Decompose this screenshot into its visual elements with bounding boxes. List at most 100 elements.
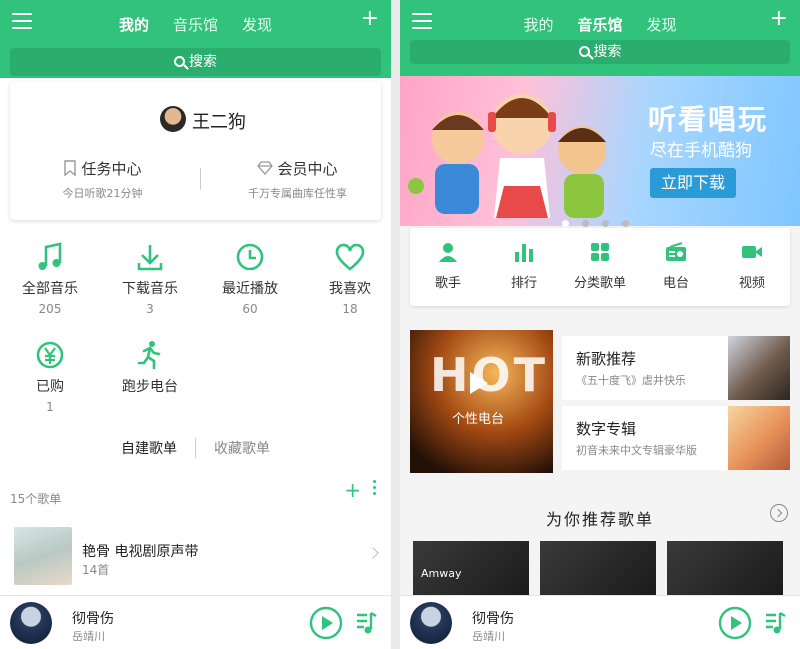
song-title: 彻骨伤: [472, 611, 514, 627]
personal-radio-tile[interactable]: HOT 个性电台: [410, 330, 553, 473]
banner-title: 听看唱玩: [648, 103, 769, 136]
playlist-tile-label: Amway: [421, 567, 462, 580]
chevron-right-icon[interactable]: [770, 504, 788, 522]
play-icon[interactable]: [470, 372, 488, 394]
hot-label: HOT: [430, 348, 548, 402]
radio-icon: [666, 242, 686, 261]
user-name[interactable]: 王二狗: [192, 108, 246, 134]
category-radio[interactable]: 电台: [638, 242, 714, 291]
category-radio-label: 电台: [662, 276, 689, 291]
play-icon[interactable]: [309, 606, 343, 640]
download-music-count: 3: [146, 302, 154, 316]
playlist-tile[interactable]: Amway: [413, 541, 529, 601]
search-bar[interactable]: 搜索: [10, 48, 381, 76]
running-radio-label: 跑步电台: [122, 379, 178, 395]
playlist-tile[interactable]: [540, 541, 656, 601]
promo-banner[interactable]: 听看唱玩 尽在手机酷狗 立即下载: [400, 76, 800, 227]
playlist-title[interactable]: 艳骨 电视剧原声带: [82, 541, 198, 561]
yen-icon: [36, 341, 64, 369]
playlist-icon[interactable]: [355, 611, 377, 635]
all-music-label: 全部音乐: [22, 281, 78, 297]
new-songs-title: 新歌推荐: [576, 350, 637, 368]
tab-music-hall[interactable]: 音乐馆: [577, 14, 622, 35]
tab-created-playlists[interactable]: 自建歌单: [103, 438, 195, 458]
plus-icon[interactable]: +: [770, 6, 788, 32]
running-radio[interactable]: 跑步电台: [100, 340, 200, 396]
heart-icon: [335, 243, 365, 271]
personal-radio-label: 个性电台: [452, 412, 505, 427]
divider: [200, 168, 201, 190]
category-singer-label: 歌手: [434, 276, 461, 291]
purchased[interactable]: 已购 1: [0, 340, 100, 414]
task-center-label: 任务中心: [81, 160, 142, 178]
music-note-icon: [38, 242, 62, 270]
download-music[interactable]: 下载音乐 3: [100, 242, 200, 316]
digital-album-card[interactable]: 数字专辑 初音未来中文专辑豪华版: [562, 406, 790, 470]
favorites-label: 我喜欢: [329, 281, 371, 297]
vip-center[interactable]: 会员中心 千万专属曲库任性享: [205, 158, 390, 201]
album-art[interactable]: [410, 602, 452, 644]
playlist-track-count: 14首: [82, 563, 110, 577]
digital-album-cover: [728, 406, 790, 470]
play-icon[interactable]: [718, 606, 752, 640]
digital-album-title: 数字专辑: [576, 420, 637, 438]
bookmark-icon: [64, 160, 77, 177]
playlist-icon[interactable]: [764, 611, 786, 635]
new-songs-card[interactable]: 新歌推荐 《五十度飞》虐井快乐: [562, 336, 790, 400]
category-playlists[interactable]: 分类歌单: [562, 242, 638, 291]
tab-mine[interactable]: 我的: [119, 14, 149, 35]
recent-play-count: 60: [242, 302, 258, 316]
top-tabs: 我的 音乐馆 发现: [0, 14, 391, 35]
banner-subtitle: 尽在手机酷狗: [650, 141, 752, 161]
favorites-count: 18: [342, 302, 358, 316]
vip-center-sub: 千万专属曲库任性享: [248, 187, 347, 200]
playlist-cover[interactable]: [14, 527, 72, 585]
search-bar[interactable]: 搜索: [410, 40, 790, 64]
my-music-screen: 我的 音乐馆 发现 + 搜索 王二狗 任务中心 今日听歌21分钟 会员中心 千万专属…: [0, 0, 391, 649]
person-icon: [439, 243, 457, 262]
tab-discover[interactable]: 发现: [242, 14, 272, 35]
download-now-button[interactable]: 立即下载: [650, 168, 736, 198]
search-label: 搜索: [593, 44, 622, 60]
more-icon[interactable]: [373, 480, 377, 498]
category-singer[interactable]: 歌手: [410, 242, 486, 291]
tab-collected-playlists[interactable]: 收藏歌单: [195, 438, 288, 458]
tab-discover[interactable]: 发现: [647, 14, 677, 35]
favorites[interactable]: 我喜欢 18: [300, 242, 391, 316]
search-icon: [174, 56, 185, 67]
playlist-segments: 自建歌单 收藏歌单: [0, 438, 391, 458]
all-music[interactable]: 全部音乐 205: [0, 242, 100, 316]
category-video[interactable]: 视频: [714, 242, 790, 291]
category-ranking-label: 排行: [510, 276, 537, 291]
video-camera-icon: [742, 246, 762, 258]
tab-music-hall[interactable]: 音乐馆: [173, 14, 218, 35]
tab-mine[interactable]: 我的: [523, 14, 553, 35]
digital-album-sub: 初音未来中文专辑豪华版: [576, 444, 697, 457]
download-icon: [137, 245, 163, 271]
add-icon[interactable]: +: [344, 478, 361, 502]
bar-chart-icon: [515, 244, 533, 262]
recommended-playlists-title: 为你推荐歌单: [545, 510, 654, 529]
top-bar: 我的 音乐馆 发现 + 搜索: [0, 0, 391, 78]
diamond-icon: [257, 161, 274, 175]
purchased-count: 1: [46, 400, 54, 414]
playlist-tile[interactable]: [667, 541, 783, 601]
song-artist: 岳靖川: [72, 630, 105, 643]
mini-player[interactable]: 彻骨伤 岳靖川: [0, 595, 391, 649]
plus-icon[interactable]: +: [361, 6, 379, 32]
chevron-right-icon[interactable]: [367, 547, 379, 559]
song-artist: 岳靖川: [472, 630, 505, 643]
purchased-label: 已购: [36, 379, 64, 395]
category-ranking[interactable]: 排行: [486, 242, 562, 291]
album-art[interactable]: [10, 602, 52, 644]
mini-player[interactable]: 彻骨伤 岳靖川: [400, 595, 800, 649]
avatar[interactable]: [160, 106, 186, 132]
new-songs-cover: [728, 336, 790, 400]
top-bar: 我的 音乐馆 发现 + 搜索: [400, 0, 800, 76]
playlist-count: 15个歌单: [10, 492, 62, 506]
grid-icon: [591, 243, 609, 261]
task-center[interactable]: 任务中心 今日听歌21分钟: [10, 158, 195, 201]
recent-play[interactable]: 最近播放 60: [200, 242, 300, 316]
download-music-label: 下载音乐: [122, 281, 178, 297]
top-tabs: 我的 音乐馆 发现: [400, 14, 800, 35]
